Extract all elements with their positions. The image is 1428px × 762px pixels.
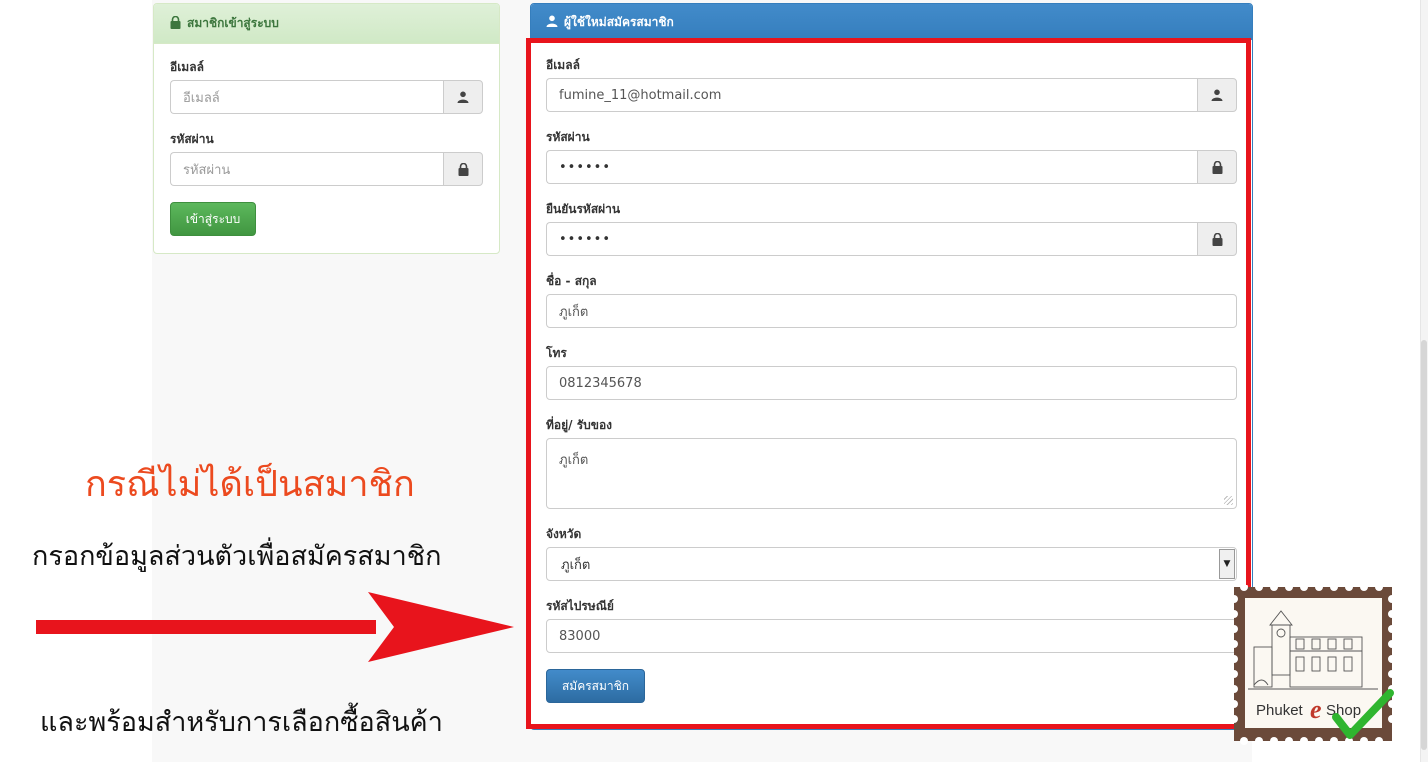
register-name-input[interactable]: ภูเก็ต [546, 294, 1237, 328]
register-confirm-label: ยืนยันรหัสผ่าน [546, 202, 621, 216]
register-form: อีเมลล์ fumine_11@hotmail.com รหัสผ่าน •… [546, 56, 1237, 703]
register-province-label: จังหวัด [546, 527, 582, 541]
user-icon [546, 15, 558, 30]
lock-icon [1197, 150, 1237, 184]
svg-text:Phuket: Phuket [1256, 702, 1304, 719]
login-password-label: รหัสผ่าน [170, 132, 214, 146]
register-confirm-input[interactable]: •••••• [546, 222, 1197, 256]
arrow-right-icon [36, 592, 514, 662]
login-password-input[interactable]: รหัสผ่าน [170, 152, 443, 186]
page-scrollbar-thumb[interactable] [1421, 340, 1427, 750]
resize-grip-icon[interactable] [1224, 496, 1233, 505]
login-panel-title: สมาชิกเข้าสู่ระบบ [187, 16, 279, 30]
annotation-line-3: และพร้อมสำหรับการเลือกซื้อสินค้า [40, 707, 443, 738]
phuket-eshop-logo: Phuket e Shop [1232, 585, 1395, 745]
chevron-down-icon[interactable]: ▼ [1219, 549, 1235, 579]
lock-icon [443, 152, 483, 186]
svg-text:e: e [1310, 695, 1322, 724]
register-phone-input[interactable]: 0812345678 [546, 366, 1237, 400]
user-icon [443, 80, 483, 114]
login-email-label: อีเมลล์ [170, 60, 204, 74]
register-province-select[interactable]: ภูเก็ต ▼ [546, 547, 1237, 581]
svg-text:Shop: Shop [1326, 702, 1361, 719]
login-panel: สมาชิกเข้าสู่ระบบ อีเมลล์ อีเมลล์ รหัสผ่… [153, 3, 500, 254]
register-panel-title: ผู้ใช้ใหม่สมัครสมาชิก [564, 14, 674, 29]
annotation-line-2: กรอกข้อมูลส่วนตัวเพื่อสมัครสมาชิก [32, 541, 442, 572]
register-password-input[interactable]: •••••• [546, 150, 1197, 184]
annotation-title: กรณีไม่ได้เป็นสมาชิก [85, 464, 415, 505]
lock-icon [1197, 222, 1237, 256]
register-postcode-label: รหัสไปรษณีย์ [546, 599, 614, 613]
register-button[interactable]: สมัครสมาชิก [546, 669, 645, 703]
login-panel-header: สมาชิกเข้าสู่ระบบ [154, 4, 499, 44]
register-panel-header: ผู้ใช้ใหม่สมัครสมาชิก [531, 4, 1252, 40]
register-name-label: ชื่อ - สกุล [546, 274, 597, 288]
register-province-value: ภูเก็ต [561, 557, 591, 573]
register-email-input[interactable]: fumine_11@hotmail.com [546, 78, 1197, 112]
register-password-label: รหัสผ่าน [546, 130, 590, 144]
user-icon [1197, 78, 1237, 112]
register-address-textarea[interactable]: ภูเก็ต [546, 438, 1237, 509]
register-email-label: อีเมลล์ [546, 58, 580, 72]
register-postcode-input[interactable]: 83000 [546, 619, 1237, 653]
register-address-text: ภูเก็ต [559, 453, 589, 468]
register-address-label: ที่อยู่/ รับของ [546, 418, 613, 432]
lock-icon [170, 15, 181, 32]
login-button[interactable]: เข้าสู่ระบบ [170, 202, 256, 236]
register-phone-label: โทร [546, 346, 567, 360]
login-email-input[interactable]: อีเมลล์ [170, 80, 443, 114]
